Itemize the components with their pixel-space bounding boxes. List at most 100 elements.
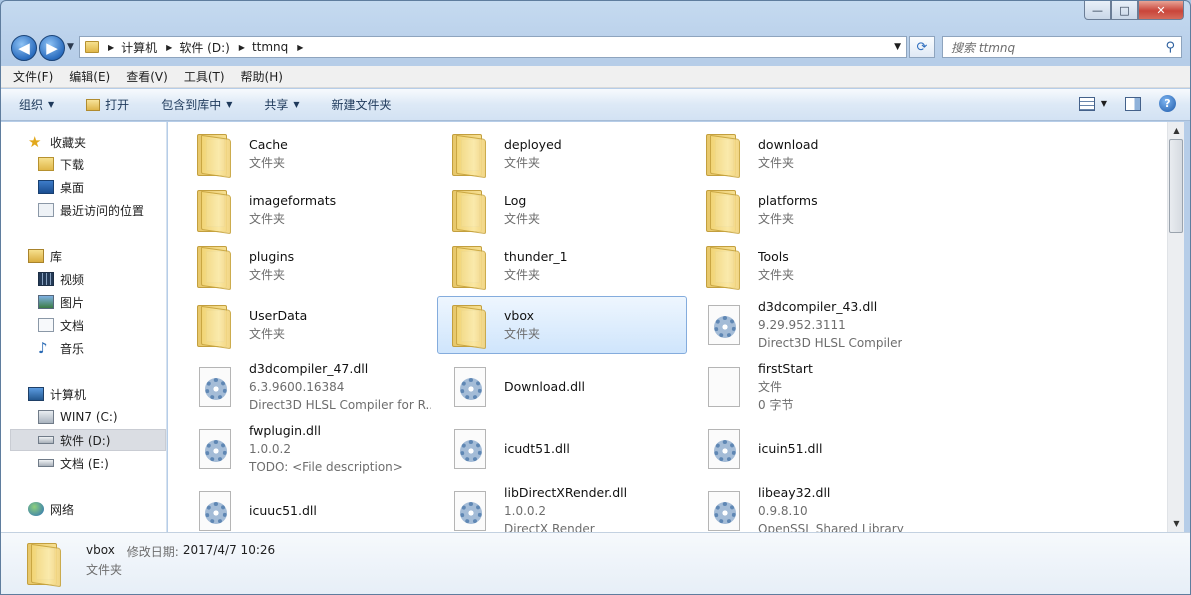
chevron-right-icon[interactable]: ▶ — [239, 43, 245, 52]
chevron-right-icon[interactable]: ▶ — [108, 43, 114, 52]
file-meta: firstStart 文件 0 字节 — [758, 360, 813, 414]
file-item[interactable]: d3dcompiler_43.dll 9.29.952.3111 Direct3D … — [691, 296, 941, 354]
explorer-window: — □ ✕ ◀ ▶ ▼ ▶ 计算机 ▶ 软件 (D:) ▶ ttmnq ▶ ▼ ⟳ 搜索… — [0, 0, 1191, 595]
folder-icon — [191, 301, 239, 350]
help-icon[interactable]: ? — [1159, 95, 1176, 112]
nav-documents[interactable]: 文档 — [1, 314, 167, 336]
file-detail: 1.0.0.2 — [504, 504, 546, 518]
file-name: icuuc51.dll — [249, 503, 317, 518]
details-name: vbox — [86, 543, 115, 557]
scroll-up-icon[interactable]: ▲ — [1168, 122, 1185, 139]
folder-item[interactable]: Log 文件夹 — [437, 181, 687, 239]
nav-videos[interactable]: 视频 — [1, 268, 167, 290]
file-meta: libDirectXRender.dll 1.0.0.2 DirectX Rende… — [504, 484, 627, 532]
close-button[interactable]: ✕ — [1138, 1, 1184, 20]
nav-downloads[interactable]: 下载 — [1, 153, 167, 175]
menu-view[interactable]: 查看(V) — [126, 68, 168, 85]
folder-item[interactable]: download 文件夹 — [691, 125, 941, 183]
dll-file-icon — [191, 487, 239, 532]
back-button[interactable]: ◀ — [11, 35, 37, 61]
file-item[interactable]: libDirectXRender.dll 1.0.0.2 DirectX Rende… — [437, 482, 687, 532]
open-button[interactable]: 打开 — [86, 96, 129, 113]
details-modified-value: 2017/4/7 10:26 — [182, 543, 276, 557]
drive-icon — [38, 459, 54, 467]
nav-libraries[interactable]: 库 — [1, 245, 167, 267]
menu-help[interactable]: 帮助(H) — [241, 68, 283, 85]
nav-pictures[interactable]: 图片 — [1, 291, 167, 313]
nav-favorites[interactable]: ★ 收藏夹 — [1, 131, 167, 153]
scroll-down-icon[interactable]: ▼ — [1168, 515, 1185, 532]
file-meta: deployed 文件夹 — [504, 136, 562, 172]
folder-icon — [700, 186, 748, 235]
folder-item[interactable]: thunder_1 文件夹 — [437, 237, 687, 295]
file-item[interactable]: fwplugin.dll 1.0.0.2 TODO: <File descripti… — [182, 420, 432, 478]
history-dropdown-icon[interactable]: ▼ — [67, 42, 74, 52]
chevron-down-icon[interactable]: ▼ — [1101, 99, 1107, 108]
file-meta: d3dcompiler_43.dll 9.29.952.3111 Direct3D … — [758, 298, 902, 352]
file-detail: 文件夹 — [758, 156, 795, 170]
file-item[interactable]: libeay32.dll 0.9.8.10 OpenSSL Shared Libra… — [691, 482, 941, 532]
folder-item[interactable]: UserData 文件夹 — [182, 296, 432, 354]
new-folder-button[interactable]: 新建文件夹 — [332, 96, 392, 113]
file-meta: download 文件夹 — [758, 136, 818, 172]
maximize-button[interactable]: □ — [1111, 1, 1138, 20]
file-name: icuin51.dll — [758, 441, 823, 456]
nav-recent-places[interactable]: 最近访问的位置 — [1, 199, 167, 221]
chevron-down-icon: ▼ — [48, 100, 55, 109]
music-icon: ♪ — [38, 339, 48, 357]
breadcrumb-computer[interactable]: ▶ 计算机 — [99, 39, 157, 56]
system-drive-icon — [38, 410, 54, 424]
file-item[interactable]: d3dcompiler_47.dll 6.3.9600.16384 Direct3D… — [182, 358, 432, 416]
include-library-button[interactable]: 包含到库中 ▼ — [161, 96, 232, 113]
file-item[interactable]: firstStart 文件 0 字节 — [691, 358, 941, 416]
file-item[interactable]: icuuc51.dll — [182, 482, 432, 532]
folder-item[interactable]: Tools 文件夹 — [691, 237, 941, 295]
folder-item[interactable]: vbox 文件夹 — [437, 296, 687, 354]
nav-desktop[interactable]: 桌面 — [1, 176, 167, 198]
scrollbar-thumb[interactable] — [1169, 139, 1183, 233]
search-icon[interactable]: ⚲ — [1165, 40, 1175, 55]
breadcrumb-ttmnq[interactable]: ▶ ttmnq ▶ — [230, 40, 311, 54]
chevron-right-icon[interactable]: ▶ — [166, 43, 172, 52]
search-input[interactable]: 搜索 ttmnq ⚲ — [942, 36, 1182, 58]
address-dropdown-icon[interactable]: ▼ — [894, 42, 901, 52]
folder-item[interactable]: Cache 文件夹 — [182, 125, 432, 183]
menu-file[interactable]: 文件(F) — [13, 68, 53, 85]
video-icon — [38, 272, 54, 286]
menu-edit[interactable]: 编辑(E) — [69, 68, 110, 85]
document-icon — [38, 318, 54, 332]
file-name: Log — [504, 193, 527, 208]
dll-file-icon — [446, 425, 494, 473]
details-modified-label: 修改日期: — [126, 545, 179, 559]
nav-drive-c[interactable]: WIN7 (C:) — [1, 406, 167, 428]
forward-button[interactable]: ▶ — [39, 35, 65, 61]
downloads-folder-icon — [38, 157, 54, 171]
file-detail: 6.3.9600.16384 — [249, 380, 345, 394]
address-bar[interactable]: ▶ 计算机 ▶ 软件 (D:) ▶ ttmnq ▶ ▼ — [79, 36, 907, 58]
view-options-icon[interactable] — [1078, 96, 1095, 111]
folder-item[interactable]: imageformats 文件夹 — [182, 181, 432, 239]
refresh-button[interactable]: ⟳ — [909, 36, 935, 58]
file-meta: icuuc51.dll — [249, 502, 317, 520]
chevron-right-icon[interactable]: ▶ — [297, 43, 303, 52]
file-item[interactable]: icuin51.dll — [691, 420, 941, 478]
nav-network[interactable]: 网络 — [1, 498, 167, 520]
organize-button[interactable]: 组织 ▼ — [19, 96, 54, 113]
breadcrumb-drive-d[interactable]: ▶ 软件 (D:) — [157, 39, 230, 56]
folder-icon — [191, 242, 239, 291]
folder-item[interactable]: plugins 文件夹 — [182, 237, 432, 295]
file-name: Download.dll — [504, 379, 585, 394]
folder-item[interactable]: deployed 文件夹 — [437, 125, 687, 183]
share-button[interactable]: 共享 ▼ — [264, 96, 299, 113]
minimize-button[interactable]: — — [1084, 1, 1111, 20]
nav-music[interactable]: ♪ 音乐 — [1, 337, 167, 359]
vertical-scrollbar[interactable]: ▲ ▼ — [1167, 122, 1184, 532]
preview-pane-icon[interactable] — [1125, 96, 1141, 111]
file-item[interactable]: Download.dll — [437, 358, 687, 416]
nav-drive-e[interactable]: 文档 (E:) — [1, 452, 167, 474]
nav-drive-d[interactable]: 软件 (D:) — [10, 429, 166, 451]
menu-tools[interactable]: 工具(T) — [184, 68, 225, 85]
nav-computer[interactable]: 计算机 — [1, 383, 167, 405]
folder-item[interactable]: platforms 文件夹 — [691, 181, 941, 239]
file-item[interactable]: icudt51.dll — [437, 420, 687, 478]
